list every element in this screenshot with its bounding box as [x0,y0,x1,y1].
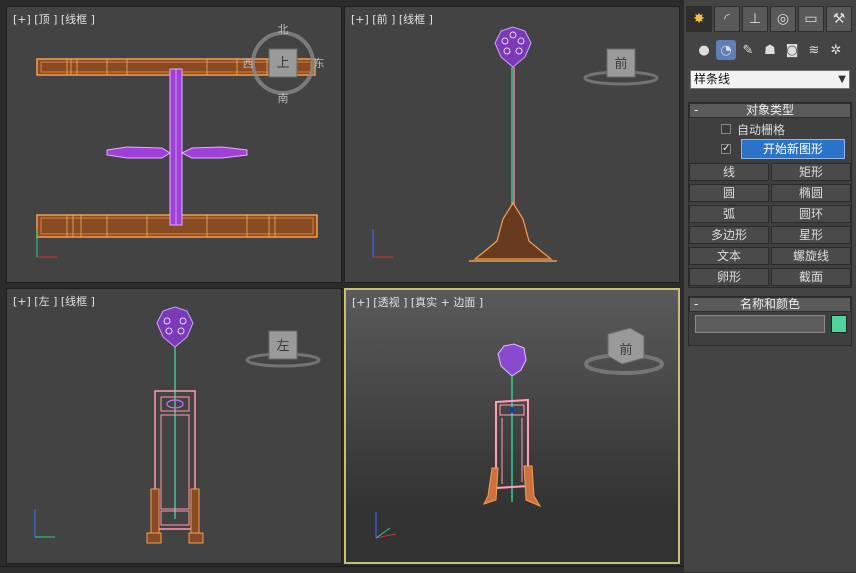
display-icon[interactable]: ▭ [798,6,824,32]
helix-button[interactable]: 螺旋线 [771,247,851,265]
line-button[interactable]: 线 [689,163,769,181]
create-icon[interactable]: ✸ [686,6,712,32]
checkmark-icon: ✓ [721,143,731,154]
lights-icon[interactable]: ✎ [738,40,758,60]
checkbox-icon [721,124,731,134]
name-color-header[interactable]: - 名称和颜色 [689,297,851,312]
circle-button[interactable]: 圆 [689,184,769,202]
ngon-button[interactable]: 多边形 [689,226,769,244]
text-button[interactable]: 文本 [689,247,769,265]
rectangle-button[interactable]: 矩形 [771,163,851,181]
geometry-icon[interactable]: ● [694,40,714,60]
arc-button[interactable]: 弧 [689,205,769,223]
left-view-wireframe: 左 [34,306,321,544]
motion-icon[interactable]: ◎ [770,6,796,32]
viewcube-label: 前 [614,56,627,72]
rollout-title: 名称和颜色 [739,297,800,311]
command-panel-tabs: ✸ ◜ ⊥ ◎ ▭ ⚒ [684,6,856,34]
helpers-icon[interactable]: ◙ [782,40,802,60]
shapes-icon[interactable]: ◔ [716,40,736,60]
chevron-down-icon: ▼ [838,74,846,85]
shape-type-dropdown[interactable]: 样条线 ▼ [690,70,850,89]
utilities-icon[interactable]: ⚒ [826,6,852,32]
compass-east: 东 [314,57,325,70]
object-color-swatch[interactable] [831,315,847,333]
command-panel: ✸ ◜ ⊥ ◎ ▭ ⚒ ● ◔ ✎ ☗ ◙ ≋ ✲ 样条线 ▼ - 对象类型 自… [684,0,856,572]
start-new-shape-button[interactable]: 开始新图形 [741,139,845,159]
auto-grid-checkbox[interactable]: 自动栅格 [721,121,785,137]
dropdown-value: 样条线 [694,72,731,86]
object-category-bar: ● ◔ ✎ ☗ ◙ ≋ ✲ [690,40,856,62]
name-color-rollout: - 名称和颜色 [688,296,852,346]
viewport-perspective[interactable]: [+] [透视 ] [真实 + 边面 ] 前 [344,288,680,564]
top-view-wireframe: 北 南 西 东 上 [36,23,325,258]
star-button[interactable]: 星形 [771,226,851,244]
systems-icon[interactable]: ✲ [826,40,846,60]
object-type-header[interactable]: - 对象类型 [689,103,851,118]
viewport-front[interactable]: [+] [前 ] [线框 ] 前 [344,6,680,283]
viewport-left[interactable]: [+] [左 ] [线框 ] 左 [6,288,342,564]
hierarchy-icon[interactable]: ⊥ [742,6,768,32]
front-view-wireframe: 前 [372,26,659,262]
viewcube-label: 前 [619,342,632,358]
object-name-input[interactable] [695,315,825,333]
egg-button[interactable]: 卵形 [689,268,769,286]
auto-grid-label: 自动栅格 [737,122,786,137]
compass-north: 北 [278,23,289,36]
rollout-title: 对象类型 [745,103,794,117]
viewcube-label: 左 [276,339,289,354]
start-new-shape-checkbox[interactable]: ✓ [721,141,737,157]
object-type-rollout: - 对象类型 自动栅格 ✓ 开始新图形 线 矩形 圆 椭圆 弧 圆环 多边形 星… [688,102,852,288]
spacewarps-icon[interactable]: ≋ [804,40,824,60]
ellipse-button[interactable]: 椭圆 [771,184,851,202]
compass-west: 西 [243,57,254,70]
cameras-icon[interactable]: ☗ [760,40,780,60]
perspective-view-model: 前 [375,327,664,539]
collapse-icon: - [694,297,699,311]
section-button[interactable]: 截面 [771,268,851,286]
compass-south: 南 [278,92,289,105]
donut-button[interactable]: 圆环 [771,205,851,223]
modify-icon[interactable]: ◜ [714,6,740,32]
collapse-icon: - [694,103,699,117]
viewport-top[interactable]: [+] [顶 ] [线框 ] 北 南 西 东 上 [6,6,342,283]
viewcube-label: 上 [276,56,289,71]
